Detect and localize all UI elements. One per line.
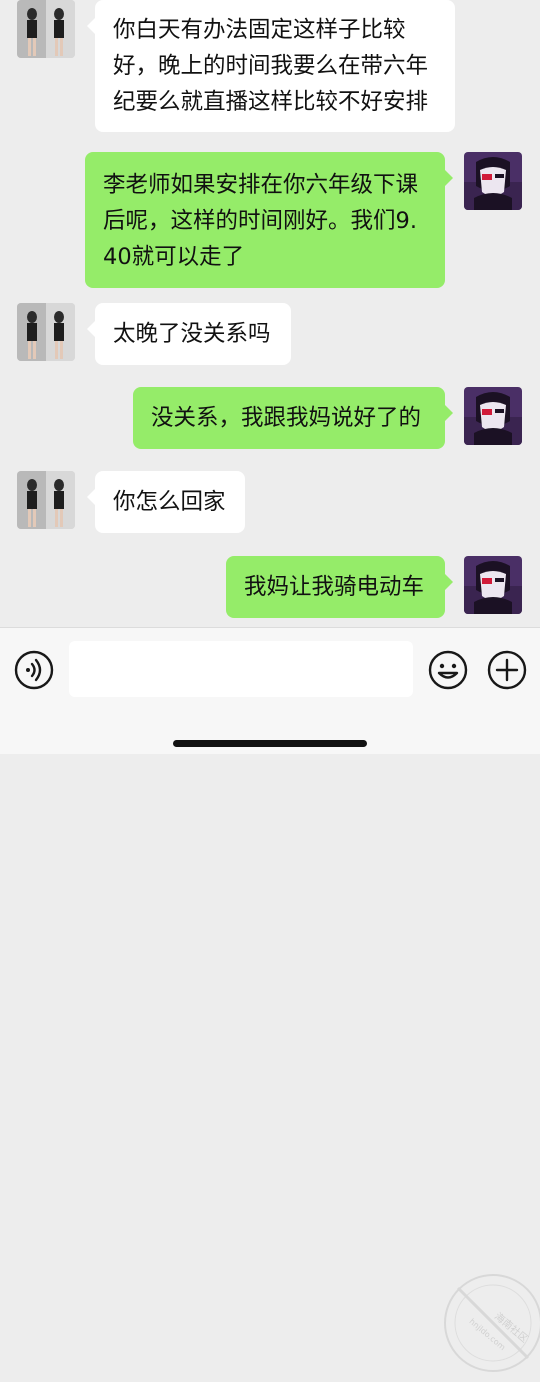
avatar-self[interactable] bbox=[464, 387, 522, 445]
avatar-self[interactable] bbox=[464, 556, 522, 614]
avatar-contact[interactable] bbox=[17, 0, 75, 58]
message-input[interactable] bbox=[69, 641, 413, 697]
emoji-icon[interactable] bbox=[428, 650, 468, 690]
voice-icon[interactable] bbox=[14, 650, 54, 690]
avatar-contact[interactable] bbox=[17, 471, 75, 529]
message-outgoing[interactable]: 李老师如果安排在你六年级下课后呢，这样的时间刚好。我们9.40就可以走了 bbox=[85, 152, 453, 288]
chat-area[interactable]: 你白天有办法固定这样子比较好，晚上的时间我要么在带六年纪要么就直播这样比较不好安… bbox=[0, 0, 540, 627]
plus-icon[interactable] bbox=[487, 650, 527, 690]
message-incoming[interactable]: 太晚了没关系吗 bbox=[87, 303, 291, 365]
message-outgoing[interactable]: 没关系，我跟我妈说好了的 bbox=[133, 387, 453, 449]
avatar-contact[interactable] bbox=[17, 303, 75, 361]
avatar-self[interactable] bbox=[464, 152, 522, 210]
message-incoming[interactable]: 你怎么回家 bbox=[87, 471, 245, 533]
home-indicator[interactable] bbox=[173, 740, 367, 747]
message-outgoing[interactable]: 我妈让我骑电动车 bbox=[226, 556, 453, 618]
message-incoming[interactable]: 你白天有办法固定这样子比较好，晚上的时间我要么在带六年纪要么就直播这样比较不好安… bbox=[87, 0, 455, 132]
input-bar: 海南社区 hnjldo.com bbox=[0, 627, 540, 1372]
watermark-logo: 海南社区 hnjldo.com bbox=[438, 1268, 540, 1378]
